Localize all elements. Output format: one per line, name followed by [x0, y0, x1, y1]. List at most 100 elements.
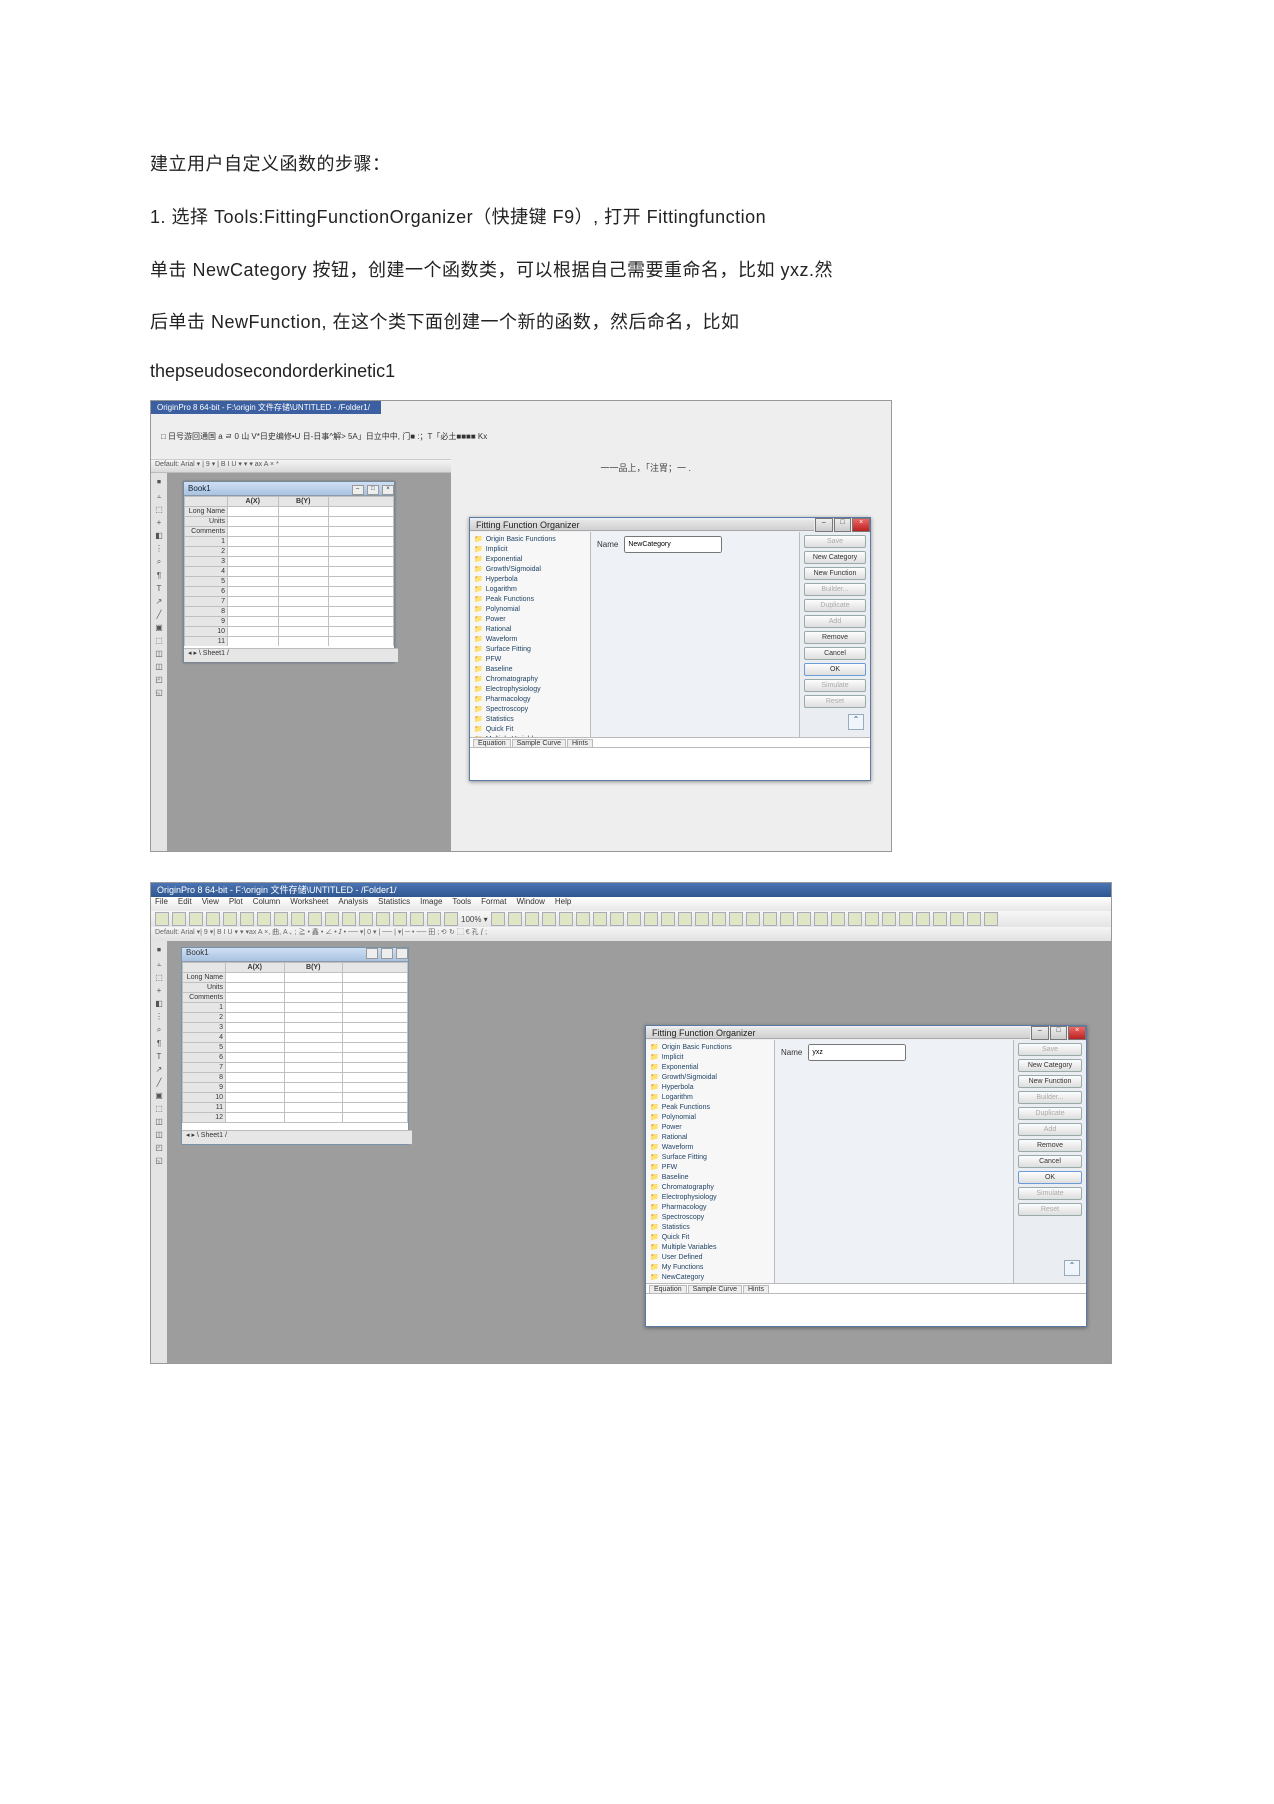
toolbar-icon[interactable]	[610, 912, 624, 926]
cell[interactable]	[284, 1023, 343, 1033]
toolbar-icon[interactable]	[967, 912, 981, 926]
cell[interactable]	[329, 527, 394, 537]
toolbar-icon[interactable]	[542, 912, 556, 926]
tool-icon[interactable]: ⬚	[151, 636, 167, 645]
row-header[interactable]: 11	[183, 1103, 226, 1113]
tree-folder[interactable]: Exponential	[650, 1063, 770, 1073]
tree-folder[interactable]: Rational	[650, 1133, 770, 1143]
tree-folder[interactable]: Origin Basic Functions	[650, 1043, 770, 1053]
row-header[interactable]: Units	[183, 983, 226, 993]
toolbar-icon[interactable]	[376, 912, 390, 926]
menu-item[interactable]: Image	[420, 897, 442, 906]
cell[interactable]	[228, 607, 279, 617]
toolbar-icon[interactable]	[695, 912, 709, 926]
maximize-icon[interactable]: □	[1050, 1026, 1068, 1040]
tool-icon[interactable]: ◧	[151, 999, 167, 1008]
cell[interactable]	[284, 1063, 343, 1073]
cell[interactable]	[329, 567, 394, 577]
cell[interactable]	[343, 1003, 408, 1013]
cell[interactable]	[284, 1043, 343, 1053]
tree-folder[interactable]: Polynomial	[474, 605, 586, 615]
tree-folder[interactable]: Rational	[474, 625, 586, 635]
tool-icon[interactable]: ◫	[151, 662, 167, 671]
remove-button[interactable]: Remove	[804, 631, 866, 644]
cell[interactable]	[329, 517, 394, 527]
workbook-window[interactable]: Book1 – □ × A(X)B(Y)Long NameUnitsCommen…	[183, 481, 395, 663]
column-header[interactable]: A(X)	[228, 497, 279, 507]
cell[interactable]	[284, 1053, 343, 1063]
cell[interactable]	[329, 587, 394, 597]
toolbar-icon[interactable]	[848, 912, 862, 926]
standard-toolbar[interactable]: 100% ▾	[151, 911, 1111, 928]
tree-folder[interactable]: PFW	[650, 1163, 770, 1173]
tree-folder[interactable]: Statistics	[474, 715, 586, 725]
cell[interactable]	[329, 617, 394, 627]
tool-icon[interactable]: ⋮	[151, 544, 167, 553]
zoom-display[interactable]: 100% ▾	[461, 915, 488, 924]
builder-button[interactable]: Builder...	[1018, 1091, 1082, 1104]
cell[interactable]	[343, 1083, 408, 1093]
builder-button[interactable]: Builder...	[804, 583, 866, 596]
toolbar-icon[interactable]	[593, 912, 607, 926]
row-header[interactable]: 5	[183, 1043, 226, 1053]
toolbar-icon[interactable]	[410, 912, 424, 926]
cell[interactable]	[329, 637, 394, 647]
cell[interactable]	[228, 517, 279, 527]
column-header[interactable]: B(Y)	[284, 963, 343, 973]
new-category-button[interactable]: New Category	[1018, 1059, 1082, 1072]
toolbar-icon[interactable]	[189, 912, 203, 926]
format-toolbar[interactable]: Default: Arial ▾| 9 ▾| B I U ▾ ▾ ▾ax A ×…	[151, 927, 1111, 942]
cell[interactable]	[284, 983, 343, 993]
save-button[interactable]: Save	[804, 535, 866, 548]
cell[interactable]	[343, 1093, 408, 1103]
tree-folder[interactable]: Waveform	[650, 1143, 770, 1153]
tool-icon[interactable]: ↗	[151, 1065, 167, 1074]
cell[interactable]	[226, 1103, 285, 1113]
row-header[interactable]: 3	[185, 557, 228, 567]
cell[interactable]	[226, 1093, 285, 1103]
row-header[interactable]: Long Name	[183, 973, 226, 983]
close-icon[interactable]: ×	[1068, 1026, 1086, 1040]
tool-icon[interactable]: ▣	[151, 623, 167, 632]
menu-item[interactable]: Statistics	[378, 897, 410, 906]
menu-item[interactable]: Help	[555, 897, 571, 906]
tool-icon[interactable]: +	[151, 518, 167, 527]
tree-folder[interactable]: Implicit	[650, 1053, 770, 1063]
tree-folder[interactable]: My Functions	[650, 1263, 770, 1273]
tool-icon[interactable]: ◫	[151, 649, 167, 658]
tree-folder[interactable]: Polynomial	[650, 1113, 770, 1123]
toolbar-icon[interactable]	[950, 912, 964, 926]
cell[interactable]	[343, 1053, 408, 1063]
duplicate-button[interactable]: Duplicate	[804, 599, 866, 612]
cell[interactable]	[226, 1023, 285, 1033]
cell[interactable]	[278, 607, 329, 617]
tree-folder[interactable]: Surface Fitting	[650, 1153, 770, 1163]
row-header[interactable]: 10	[183, 1093, 226, 1103]
simulate-button[interactable]: Simulate	[1018, 1187, 1082, 1200]
cell[interactable]	[278, 597, 329, 607]
toolbar-icon[interactable]	[746, 912, 760, 926]
cell[interactable]	[343, 1023, 408, 1033]
cell[interactable]	[284, 1013, 343, 1023]
tree-folder[interactable]: Electrophysiology	[474, 685, 586, 695]
tree-folder[interactable]: Power	[650, 1123, 770, 1133]
cell[interactable]	[284, 1113, 343, 1123]
tool-icon[interactable]: ▣	[151, 1091, 167, 1100]
format-toolbar[interactable]: Default: Arial ▾ | 9 ▾ | B I U ▾ ▾ ▾ ax …	[151, 459, 451, 473]
tree-folder[interactable]: Logarithm	[474, 585, 586, 595]
name-input[interactable]	[808, 1044, 906, 1061]
remove-button[interactable]: Remove	[1018, 1139, 1082, 1152]
toolbar-icon[interactable]	[427, 912, 441, 926]
cell[interactable]	[278, 507, 329, 517]
cancel-button[interactable]: Cancel	[1018, 1155, 1082, 1168]
row-header[interactable]: 4	[185, 567, 228, 577]
maximize-icon[interactable]	[381, 948, 393, 959]
cell[interactable]	[228, 577, 279, 587]
tree-folder[interactable]: Power	[474, 615, 586, 625]
row-header[interactable]: 4	[183, 1033, 226, 1043]
tree-folder[interactable]: Surface Fitting	[474, 645, 586, 655]
toolbar-icon[interactable]	[865, 912, 879, 926]
left-tool-strip[interactable]: ⏹⫠⬚+◧⋮⌕¶T↗╱▣⬚◫◫◰◱	[151, 941, 168, 1363]
cell[interactable]	[228, 537, 279, 547]
worksheet-grid[interactable]: A(X)B(Y)Long NameUnitsComments1234567891…	[182, 962, 408, 1130]
